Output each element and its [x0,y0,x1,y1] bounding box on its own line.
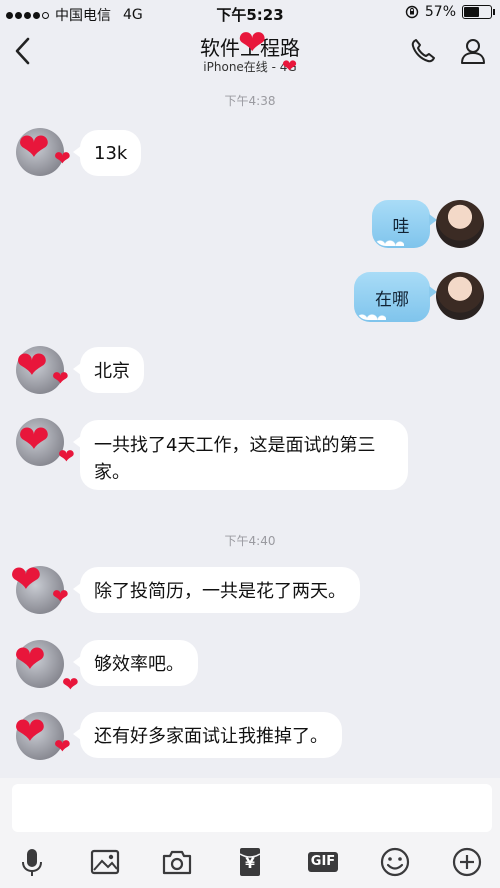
phone-call-icon[interactable] [408,36,438,66]
gif-label: GIF [310,854,336,869]
wave-decoration [374,234,404,246]
message-bubble[interactable]: 13k [72,130,142,176]
privacy-heart-sticker: ❤ [52,584,69,608]
camera-icon[interactable] [159,844,195,880]
input-bar [0,778,500,840]
rotation-lock-icon [405,5,419,19]
message-bubble[interactable]: 一共找了4天工作，这是面试的第三 家。 [73,420,408,490]
privacy-heart-sticker: ❤ [238,23,267,63]
status-right: 57% [405,4,495,20]
privacy-heart-sticker: ❤ [54,734,71,758]
message-text-line: 家。 [94,462,130,483]
privacy-heart-sticker: ❤ [54,146,71,170]
privacy-heart-sticker: ❤ [62,672,79,696]
privacy-heart-sticker: ❤ [10,557,42,601]
privacy-heart-sticker: ❤ [18,125,50,169]
privacy-heart-sticker: ❤ [18,417,50,461]
my-message-text: 哇 [392,216,410,237]
privacy-heart-sticker: ❤ [16,343,48,387]
wave-decoration [356,308,386,320]
message-input[interactable] [12,784,492,832]
message-bubble[interactable]: 除了投简历，一共是花了两天。 [73,567,360,613]
message-text-line: 一共找了4天工作，这是面试的第三 [94,435,376,456]
image-icon[interactable] [87,844,123,880]
my-avatar[interactable] [436,272,484,320]
emoji-icon[interactable] [377,844,413,880]
profile-icon[interactable] [458,36,488,66]
battery-icon [462,5,495,19]
my-message-bubble[interactable]: 在哪 [354,272,437,322]
privacy-heart-sticker: ❤ [58,444,75,468]
red-packet-icon[interactable]: ¥ [232,844,268,880]
my-message-text: 在哪 [375,289,409,310]
red-packet-symbol: ¥ [245,856,255,872]
message-bubble[interactable]: 够效率吧。 [73,640,198,686]
my-message-bubble[interactable]: 哇 [372,200,437,248]
input-toolbar: ¥ GIF [0,840,500,888]
my-avatar[interactable] [436,200,484,248]
mic-icon[interactable] [14,844,50,880]
plus-icon[interactable] [449,844,485,880]
privacy-heart-sticker: ❤ [282,56,298,77]
timestamp: 下午4:40 [224,534,276,548]
privacy-heart-sticker: ❤ [14,637,46,681]
privacy-heart-sticker: ❤ [52,366,69,390]
battery-percent: 57% [424,4,456,20]
privacy-heart-sticker: ❤ [14,709,46,753]
chat-header: 软件工程路 iPhone在线 - 4G ❤ ❤ [0,26,500,78]
message-bubble[interactable]: 北京 [73,347,144,393]
timestamp: 下午4:38 [224,94,276,108]
gif-icon[interactable]: GIF [305,844,341,880]
message-bubble[interactable]: 还有好多家面试让我推掉了。 [73,712,342,758]
